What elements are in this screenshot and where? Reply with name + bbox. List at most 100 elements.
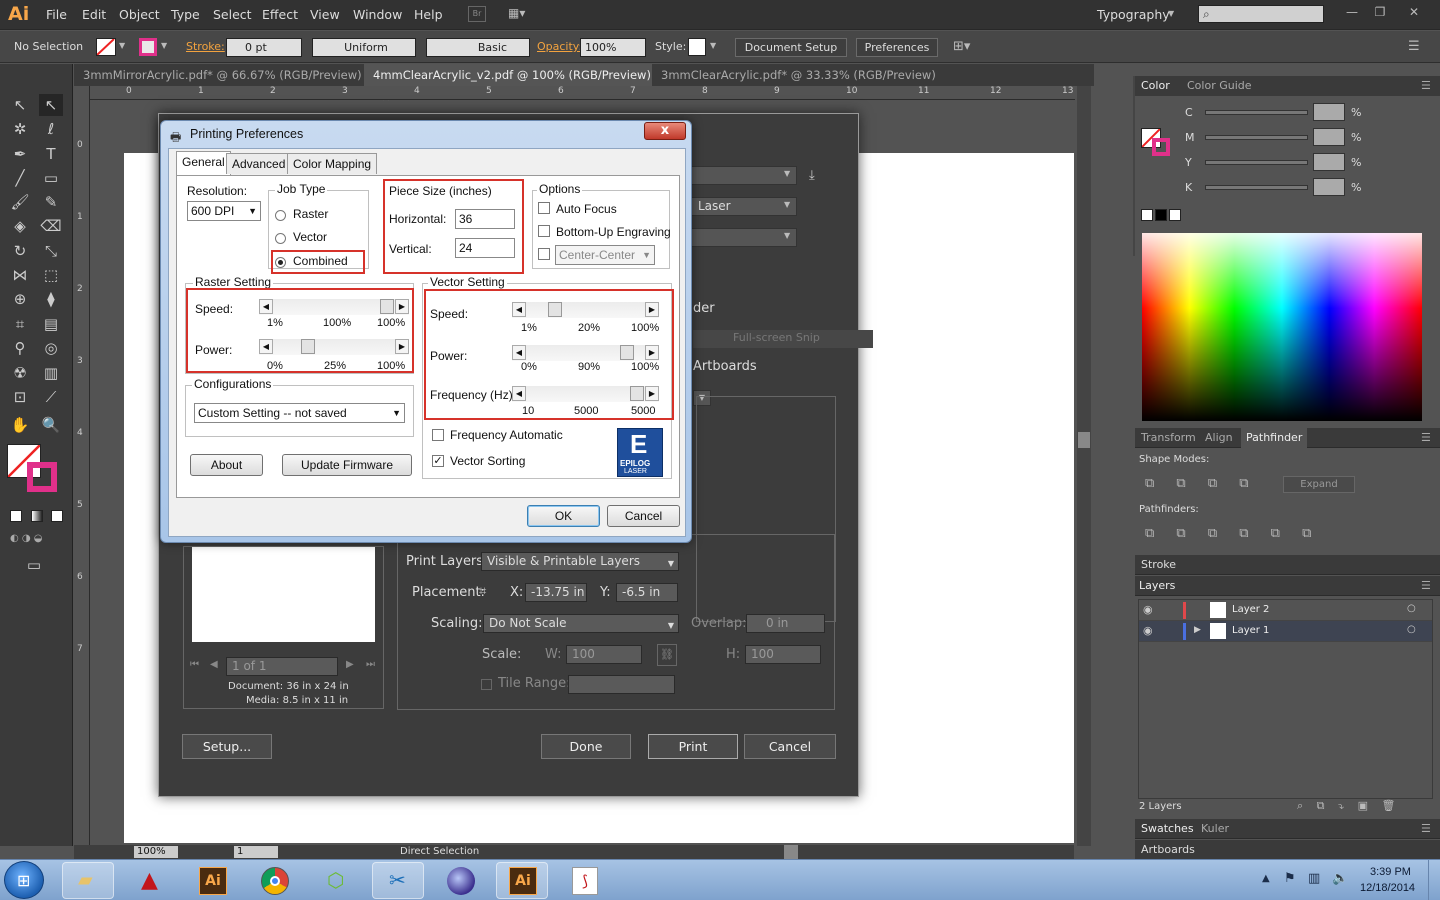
menu-select[interactable]: Select	[213, 7, 252, 22]
panel-menu-icon[interactable]: ☰	[1421, 428, 1431, 448]
vertical-scrollbar[interactable]	[1077, 86, 1091, 846]
pathfinder-buttons[interactable]: ⧉ ⧉ ⧉ ⧉ ⧉ ⧉	[1145, 526, 1311, 541]
pencil-icon[interactable]: ✎	[39, 191, 63, 213]
next-page-icon[interactable]: ▶	[346, 659, 354, 670]
panel-menu-icon[interactable]: ☰	[1408, 39, 1420, 54]
variable-width-profile[interactable]: Uniform	[312, 38, 416, 57]
update-firmware-button[interactable]: Update Firmware	[282, 454, 412, 476]
taskbar-explorer[interactable]: ▰	[62, 862, 114, 899]
slider-left-arrow[interactable]: ◀	[259, 339, 273, 354]
menu-object[interactable]: Object	[119, 7, 160, 22]
close-dialog-button[interactable]: x	[644, 122, 686, 140]
slider-right-arrow[interactable]: ▶	[645, 345, 659, 360]
scale-w-field[interactable]: 100	[566, 645, 642, 664]
expand-button[interactable]: Expand	[1283, 476, 1355, 493]
brush-definition[interactable]: Basic	[426, 38, 530, 57]
y-value[interactable]	[1313, 153, 1345, 171]
shape-mode-buttons[interactable]: ⧉ ⧉ ⧉ ⧉	[1145, 476, 1249, 491]
scroll-thumb[interactable]	[1078, 432, 1090, 448]
show-desktop-button[interactable]	[1428, 860, 1440, 900]
menu-type[interactable]: Type	[171, 7, 200, 22]
pen-tool-icon[interactable]: ✒	[8, 143, 32, 165]
resolution-select[interactable]: 600 DPI ▼	[187, 201, 261, 221]
layer-action-icons[interactable]: ⌕ ⧉ ⤵ ▣ 🗑	[1297, 799, 1396, 813]
prev-page-icon[interactable]: ◀	[210, 659, 218, 670]
slider-left-arrow[interactable]: ◀	[512, 345, 526, 360]
type-tool-icon[interactable]: T	[39, 143, 63, 165]
symbol-sprayer-icon[interactable]: ☢	[8, 362, 32, 384]
target-icon[interactable]: ○	[1407, 624, 1416, 635]
slider-left-arrow[interactable]: ◀	[259, 299, 273, 314]
menu-file[interactable]: File	[46, 7, 67, 22]
artboard-tool-icon[interactable]: ⊡	[8, 386, 32, 408]
tab-swatches[interactable]: Swatches	[1141, 819, 1194, 839]
placement-y-field[interactable]: -6.5 in	[616, 583, 678, 602]
tab-3mm-mirror[interactable]: 3mmMirrorAcrylic.pdf* @ 66.67% (RGB/Prev…	[74, 64, 364, 104]
eraser-icon[interactable]: ⌫	[39, 215, 63, 237]
tab-color[interactable]: Color	[1141, 76, 1170, 96]
network-icon[interactable]: ▥	[1308, 871, 1320, 886]
taskbar-illustrator-1[interactable]: Ai	[186, 862, 238, 899]
stroke-color-box[interactable]	[27, 462, 57, 492]
vector-sorting-checkbox[interactable]: ✓	[432, 455, 444, 467]
stroke-weight-field[interactable]: 0 pt	[226, 38, 302, 57]
opacity-field[interactable]: 100%	[580, 38, 646, 57]
raster-power-slider[interactable]: ◀ ▶	[259, 339, 409, 355]
blob-brush-icon[interactable]: ◈	[8, 215, 32, 237]
center-select[interactable]: Center-Center ▼	[555, 245, 655, 265]
color-spectrum[interactable]	[1142, 233, 1422, 421]
tab-advanced[interactable]: Advanced	[226, 153, 292, 174]
start-button[interactable]: ⊞	[4, 861, 44, 899]
placement-grid-icon[interactable]: ⌗	[479, 584, 499, 602]
m-value[interactable]	[1313, 128, 1345, 146]
rotate-tool-icon[interactable]: ↻	[8, 240, 32, 262]
tab-layers[interactable]: Layers	[1139, 576, 1175, 596]
center-checkbox[interactable]	[538, 248, 550, 260]
tab-color-mapping[interactable]: Color Mapping	[287, 153, 378, 174]
last-page-icon[interactable]: ⏭	[366, 659, 375, 670]
panel-menu-icon[interactable]: ☰	[1421, 819, 1431, 839]
slider-left-arrow[interactable]: ◀	[512, 302, 526, 317]
stroke-label[interactable]: Stroke:	[186, 40, 225, 53]
c-slider[interactable]	[1205, 110, 1308, 115]
rectangle-tool-icon[interactable]: ▭	[39, 167, 63, 189]
selection-tool-icon[interactable]: ↖	[8, 94, 32, 116]
none-swatch[interactable]	[1141, 209, 1153, 221]
first-page-icon[interactable]: ⏮	[190, 659, 199, 670]
color-mode-icon[interactable]	[10, 510, 22, 522]
none-mode-icon[interactable]	[51, 510, 63, 522]
lasso-icon[interactable]: ℓ	[39, 118, 63, 140]
arrange-documents-icon[interactable]: ▦▾	[508, 6, 536, 22]
free-transform-icon[interactable]: ⬚	[39, 264, 63, 286]
direct-selection-tool-icon[interactable]: ↖	[39, 94, 63, 116]
h-scroll-thumb[interactable]	[784, 845, 798, 859]
hand-tool-icon[interactable]: ✋	[8, 414, 32, 436]
menu-effect[interactable]: Effect	[262, 7, 298, 22]
paintbrush-icon[interactable]: 🖌	[8, 191, 32, 213]
raster-speed-slider[interactable]: ◀ ▶	[259, 299, 409, 315]
taskbar-illustrator-2[interactable]: Ai	[496, 862, 548, 899]
auto-focus-checkbox[interactable]	[538, 202, 550, 214]
y-slider[interactable]	[1205, 160, 1308, 165]
panel-menu-icon[interactable]: ☰	[1421, 576, 1431, 596]
workspace-switcher[interactable]: Typography	[1097, 7, 1170, 22]
frequency-automatic-checkbox[interactable]	[432, 429, 444, 441]
vector-power-slider[interactable]: ◀ ▶	[512, 345, 659, 361]
menu-view[interactable]: View	[310, 7, 340, 22]
clock-time[interactable]: 3:39 PM	[1370, 866, 1411, 878]
slider-thumb[interactable]	[300, 339, 315, 354]
horizontal-field[interactable]: 36	[455, 209, 515, 229]
minimize-button[interactable]: —	[1338, 2, 1366, 22]
save-preset-icon[interactable]: ⤓	[809, 168, 815, 183]
slider-right-arrow[interactable]: ▶	[645, 386, 659, 401]
width-tool-icon[interactable]: ⋈	[8, 264, 32, 286]
graph-tool-icon[interactable]: ▥	[39, 362, 63, 384]
tab-align[interactable]: Align	[1205, 428, 1233, 448]
slider-right-arrow[interactable]: ▶	[395, 299, 409, 314]
vector-frequency-slider[interactable]: ◀ ▶	[512, 386, 659, 402]
action-center-icon[interactable]: ⚑	[1284, 871, 1296, 886]
scaling-select[interactable]: Do Not Scale ▼	[483, 614, 679, 633]
page-field[interactable]: 1 of 1	[226, 657, 338, 676]
screen-mode-icon[interactable]: ▭	[22, 554, 46, 576]
menu-window[interactable]: Window	[353, 7, 402, 22]
